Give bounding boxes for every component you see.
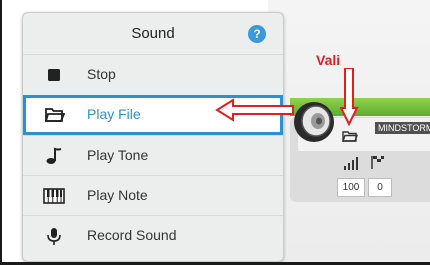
menu-item-label: Stop — [87, 66, 116, 82]
stop-icon — [48, 69, 60, 81]
mindstorms-brand-label: MINDSTORM — [375, 122, 430, 134]
annotation-down-arrow — [340, 68, 359, 126]
menu-item-label: Play File — [87, 106, 141, 122]
help-icon[interactable]: ? — [248, 25, 266, 43]
folder-icon — [44, 108, 65, 122]
music-note-icon — [46, 147, 62, 164]
annotation-left-arrow — [215, 98, 294, 122]
sound-menu: Sound ? Stop Play File Play Tone Play No… — [22, 12, 284, 262]
menu-item-play-tone[interactable]: Play Tone — [23, 135, 283, 175]
folder-icon[interactable] — [342, 130, 358, 142]
menu-item-label: Record Sound — [87, 227, 177, 243]
menu-item-play-note[interactable]: Play Note — [23, 175, 283, 215]
microphone-icon — [47, 228, 61, 245]
menu-item-label: Play Tone — [87, 147, 149, 163]
annotation-label: Vali — [316, 52, 341, 68]
menu-item-stop[interactable]: Stop — [23, 54, 283, 94]
piano-keys-icon — [43, 188, 65, 204]
speaker-icon[interactable] — [292, 100, 336, 144]
volume-bars-icon — [343, 156, 359, 173]
volume-input[interactable]: 100 — [337, 178, 365, 197]
menu-item-record-sound[interactable]: Record Sound — [23, 215, 283, 255]
menu-title: Sound — [131, 25, 175, 42]
menu-item-label: Play Note — [87, 187, 148, 203]
image-border-left — [0, 0, 2, 265]
wait-input[interactable]: 0 — [368, 178, 392, 197]
checkered-flag-icon — [370, 154, 386, 173]
